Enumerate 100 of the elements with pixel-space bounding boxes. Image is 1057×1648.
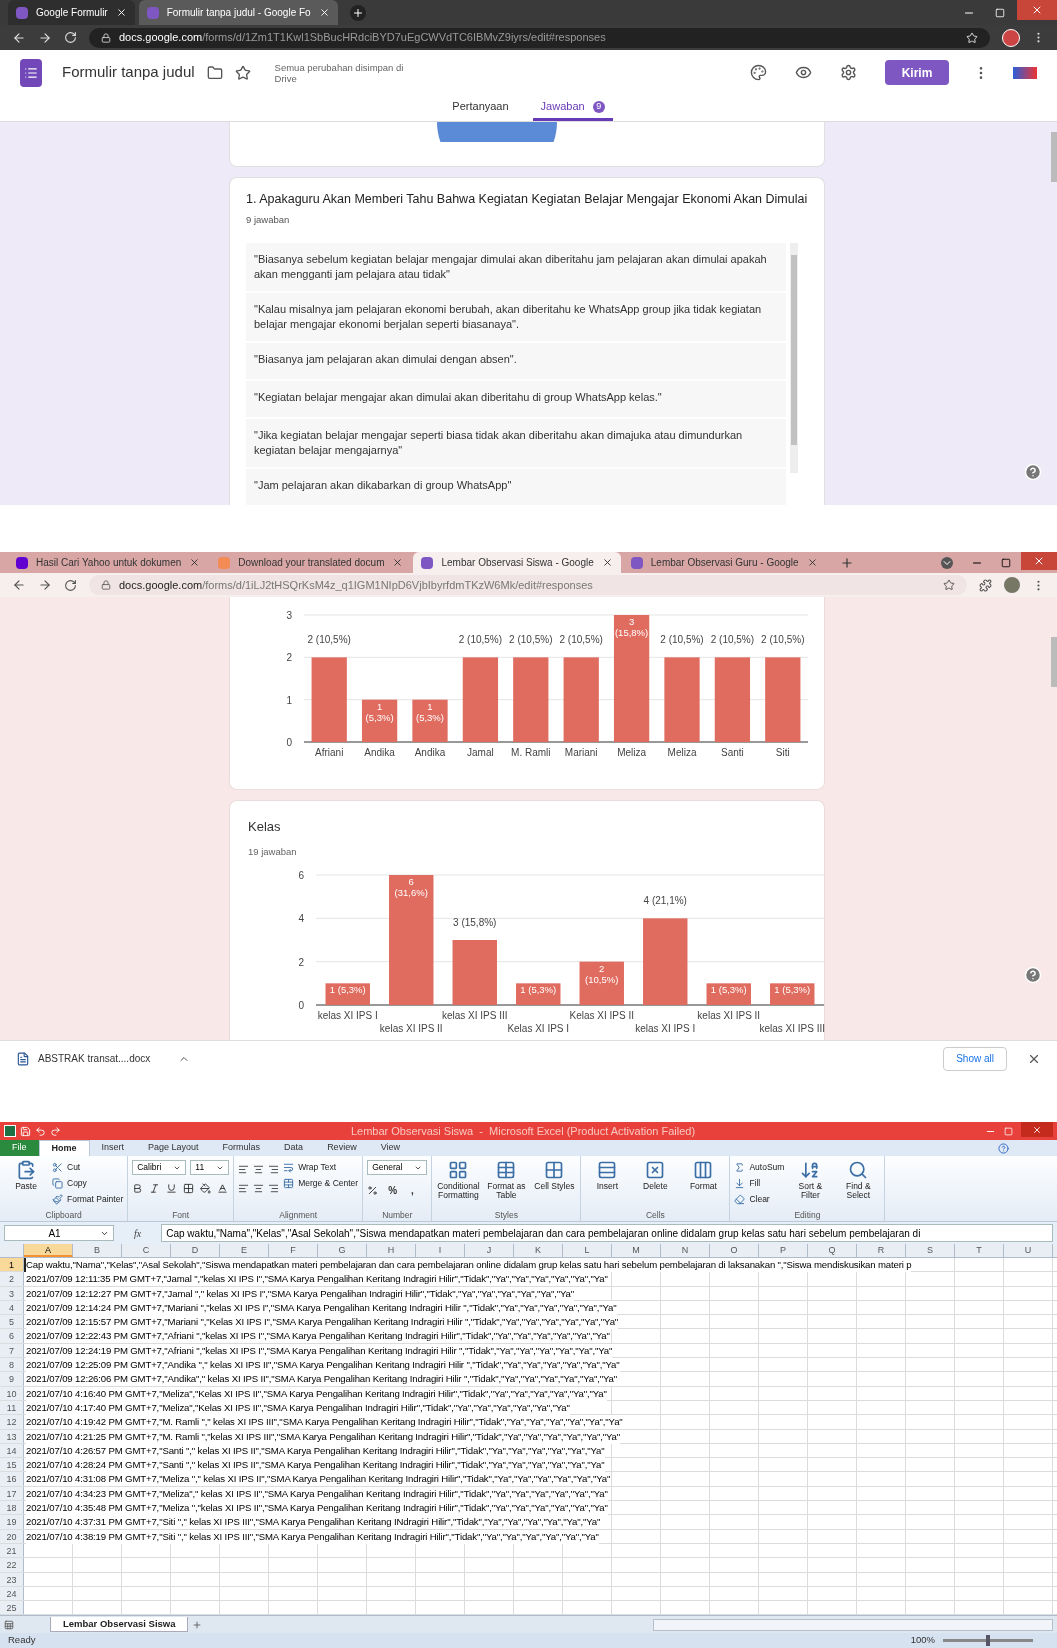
ribbon-tab[interactable]: Insert	[89, 1140, 137, 1156]
save-icon[interactable]	[20, 1125, 31, 1137]
align-icon[interactable]	[253, 1164, 265, 1175]
column-header[interactable]: F	[269, 1244, 318, 1257]
ribbon-tab[interactable]: Data	[272, 1140, 316, 1156]
browser-tab[interactable]: Lembar Observasi Siswa - Google	[413, 552, 621, 573]
browser-tab[interactable]: Google Formulir	[8, 0, 135, 26]
row-header[interactable]: 5	[0, 1315, 24, 1329]
column-header[interactable]: I	[416, 1244, 465, 1257]
ribbon-tab[interactable]: Home	[38, 1140, 90, 1156]
close-icon[interactable]	[601, 557, 613, 568]
column-header[interactable]: D	[171, 1244, 220, 1257]
column-header[interactable]: T	[955, 1244, 1004, 1257]
format-icon[interactable]	[149, 1183, 161, 1194]
close-icon[interactable]	[189, 557, 201, 568]
align-icon[interactable]	[238, 1164, 250, 1175]
ribbon-button[interactable]: Cut	[52, 1160, 124, 1174]
align-icon[interactable]	[268, 1183, 280, 1194]
ribbon-tab[interactable]: Review	[315, 1140, 369, 1156]
format-button[interactable]: ,	[407, 1183, 418, 1198]
address-bar[interactable]: docs.google.com/forms/d/1iLJ2tHSQrKsM4z_q1IGM1NIpD6VjbIbyrfdmTKzW6Mk/edit#responses	[89, 575, 967, 595]
column-header[interactable]: G	[318, 1244, 367, 1257]
send-button[interactable]: Kirim	[885, 60, 949, 86]
column-header[interactable]: S	[906, 1244, 955, 1257]
ribbon-button[interactable]: Format as Table	[484, 1160, 529, 1200]
insert-sheet-icon[interactable]	[192, 1619, 203, 1630]
redo-icon[interactable]	[50, 1125, 61, 1137]
align-icon[interactable]	[253, 1183, 265, 1194]
tab-search-icon[interactable]	[941, 556, 953, 569]
format-icon[interactable]	[200, 1183, 212, 1194]
settings-icon[interactable]	[840, 64, 857, 82]
reload-icon[interactable]	[64, 578, 77, 592]
row-header[interactable]: 9	[0, 1372, 24, 1386]
new-tab-icon[interactable]	[839, 555, 854, 570]
column-header[interactable]: K	[514, 1244, 563, 1257]
ribbon-button[interactable]: Conditional Formatting	[436, 1160, 481, 1200]
ribbon-tab[interactable]: Page Layout	[136, 1140, 211, 1156]
ribbon-button[interactable]: Find & Select	[836, 1160, 881, 1200]
column-header[interactable]: B	[73, 1244, 122, 1257]
row-header[interactable]: 2	[0, 1272, 24, 1286]
horizontal-scrollbar[interactable]	[653, 1618, 1053, 1631]
close-icon[interactable]	[318, 7, 330, 19]
column-header[interactable]: E	[220, 1244, 269, 1257]
close-icon[interactable]	[115, 7, 127, 19]
ribbon-button[interactable]: Merge & Center	[283, 1176, 359, 1190]
ribbon-tab[interactable]: View	[368, 1140, 412, 1156]
column-header[interactable]: Q	[808, 1244, 857, 1257]
row-header[interactable]: 16	[0, 1472, 24, 1486]
browser-tab[interactable]: Formulir tanpa judul - Google Fo	[138, 0, 338, 26]
ribbon-button[interactable]: Copy	[52, 1176, 124, 1190]
ribbon-tab[interactable]: File	[0, 1140, 39, 1156]
star-icon[interactable]	[234, 64, 251, 81]
column-header[interactable]: M	[612, 1244, 661, 1257]
align-icon[interactable]	[268, 1164, 280, 1175]
column-header[interactable]: O	[710, 1244, 759, 1257]
dropdown-field[interactable]: General	[367, 1160, 428, 1175]
row-header[interactable]: 15	[0, 1458, 24, 1472]
formula-bar[interactable]: Cap waktu,"Nama","Kelas","Asal Sekolah","Siswa mendapatkan materi pembelajaran dan cara pembelajaran online didalam grup kelas satu hari sebelum pembelajaran di	[161, 1224, 1053, 1242]
close-window-button[interactable]	[1021, 1122, 1053, 1137]
undo-icon[interactable]	[35, 1125, 46, 1137]
close-icon[interactable]	[392, 557, 404, 568]
name-box[interactable]: A1	[4, 1225, 114, 1241]
palette-icon[interactable]	[750, 64, 767, 82]
format-icon[interactable]	[132, 1183, 144, 1194]
ribbon-button[interactable]: Wrap Text	[283, 1160, 359, 1174]
ribbon-button[interactable]: Insert	[585, 1160, 630, 1191]
ribbon-button[interactable]: AutoSum	[734, 1160, 785, 1174]
column-header[interactable]: J	[465, 1244, 514, 1257]
format-icon[interactable]	[217, 1183, 229, 1194]
column-header[interactable]: P	[759, 1244, 808, 1257]
column-header[interactable]: A	[24, 1244, 73, 1257]
column-header[interactable]: N	[661, 1244, 710, 1257]
row-header[interactable]: 6	[0, 1329, 24, 1343]
ribbon-button[interactable]: Format Painter	[52, 1192, 124, 1206]
row-header[interactable]: 19	[0, 1515, 24, 1529]
column-header[interactable]: L	[563, 1244, 612, 1257]
back-icon[interactable]	[12, 578, 26, 592]
ribbon-button[interactable]: Clear	[734, 1192, 785, 1206]
column-header[interactable]: C	[122, 1244, 171, 1257]
forward-icon[interactable]	[38, 30, 52, 45]
forward-icon[interactable]	[38, 578, 52, 592]
help-icon[interactable]	[998, 1143, 1009, 1154]
ribbon-button[interactable]: Fill	[734, 1176, 785, 1190]
download-file-name[interactable]: ABSTRAK transat....docx	[38, 1051, 151, 1066]
restore-icon[interactable]	[1001, 557, 1011, 568]
sheet-nav-icon[interactable]	[4, 1619, 14, 1630]
column-header[interactable]: R	[857, 1244, 906, 1257]
format-icon[interactable]	[183, 1183, 195, 1194]
show-all-button[interactable]: Show all	[943, 1046, 1007, 1071]
address-bar[interactable]: docs.google.com/forms/d/1Zm1T1Kwl1SbBucHRdciBYD7uEgCWVdTC6IBMvZ9iyrs/edit#responses	[89, 27, 990, 48]
ribbon-button[interactable]: Delete	[633, 1160, 678, 1191]
ribbon-button[interactable]: Format	[681, 1160, 726, 1191]
extensions-icon[interactable]	[979, 578, 992, 592]
dropdown-field[interactable]: 11	[190, 1160, 230, 1175]
row-header[interactable]: 18	[0, 1501, 24, 1515]
column-header[interactable]: U	[1004, 1244, 1053, 1257]
new-tab-icon[interactable]	[349, 4, 366, 21]
back-icon[interactable]	[12, 30, 26, 45]
close-icon[interactable]	[806, 557, 818, 568]
format-button[interactable]: %	[384, 1183, 402, 1198]
